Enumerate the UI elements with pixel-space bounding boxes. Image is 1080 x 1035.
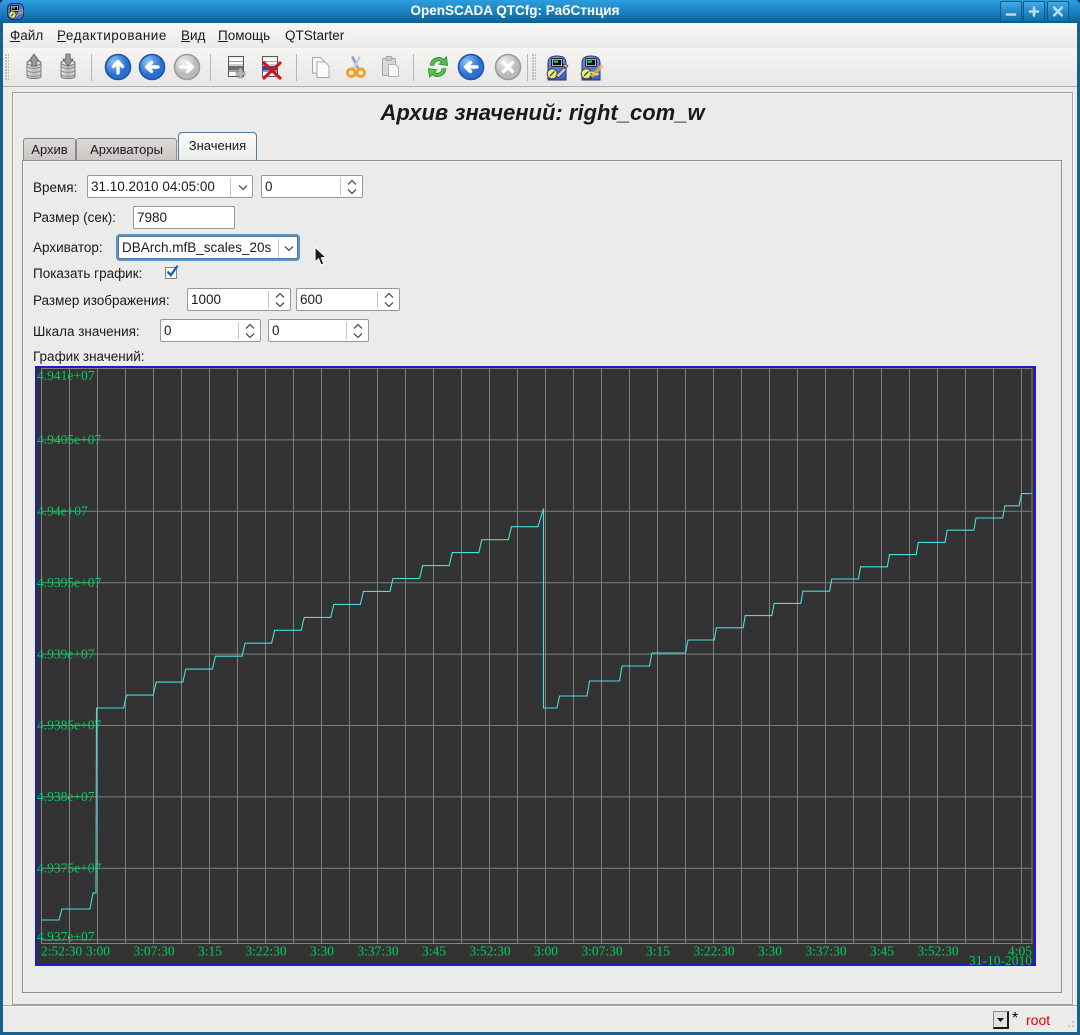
svg-text:3:07:30: 3:07:30 (133, 944, 175, 959)
svg-text:3:37:30: 3:37:30 (357, 944, 399, 959)
svg-text:3:45: 3:45 (422, 944, 446, 959)
svg-text:2:52:30: 2:52:30 (41, 944, 83, 959)
svg-text:3:37:30: 3:37:30 (805, 944, 847, 959)
svg-text:3:30: 3:30 (310, 944, 334, 959)
svg-text:3:00: 3:00 (86, 944, 110, 959)
svg-text:3:52:30: 3:52:30 (469, 944, 511, 959)
svg-text:4.9385e+07: 4.9385e+07 (37, 718, 101, 733)
svg-text:4.938e+07: 4.938e+07 (37, 789, 95, 804)
svg-text:3:15: 3:15 (198, 944, 222, 959)
svg-text:4.939e+07: 4.939e+07 (37, 646, 95, 661)
svg-text:4.937e+07: 4.937e+07 (37, 929, 95, 944)
svg-text:3:22:30: 3:22:30 (693, 944, 735, 959)
svg-text:3:00: 3:00 (534, 944, 558, 959)
svg-text:3:15: 3:15 (646, 944, 670, 959)
svg-text:4.9395e+07: 4.9395e+07 (37, 575, 101, 590)
svg-text:4.9375e+07: 4.9375e+07 (37, 861, 101, 876)
svg-text:4.94e+07: 4.94e+07 (37, 504, 88, 519)
svg-text:3:30: 3:30 (758, 944, 782, 959)
svg-text:3:07:30: 3:07:30 (581, 944, 623, 959)
svg-text:3:52:30: 3:52:30 (917, 944, 959, 959)
svg-text:3:45: 3:45 (870, 944, 894, 959)
svg-text:4.9405e+07: 4.9405e+07 (37, 432, 101, 447)
svg-text:31-10-2010: 31-10-2010 (969, 953, 1032, 966)
svg-text:4.941e+07: 4.941e+07 (37, 368, 95, 383)
svg-text:3:22:30: 3:22:30 (245, 944, 287, 959)
